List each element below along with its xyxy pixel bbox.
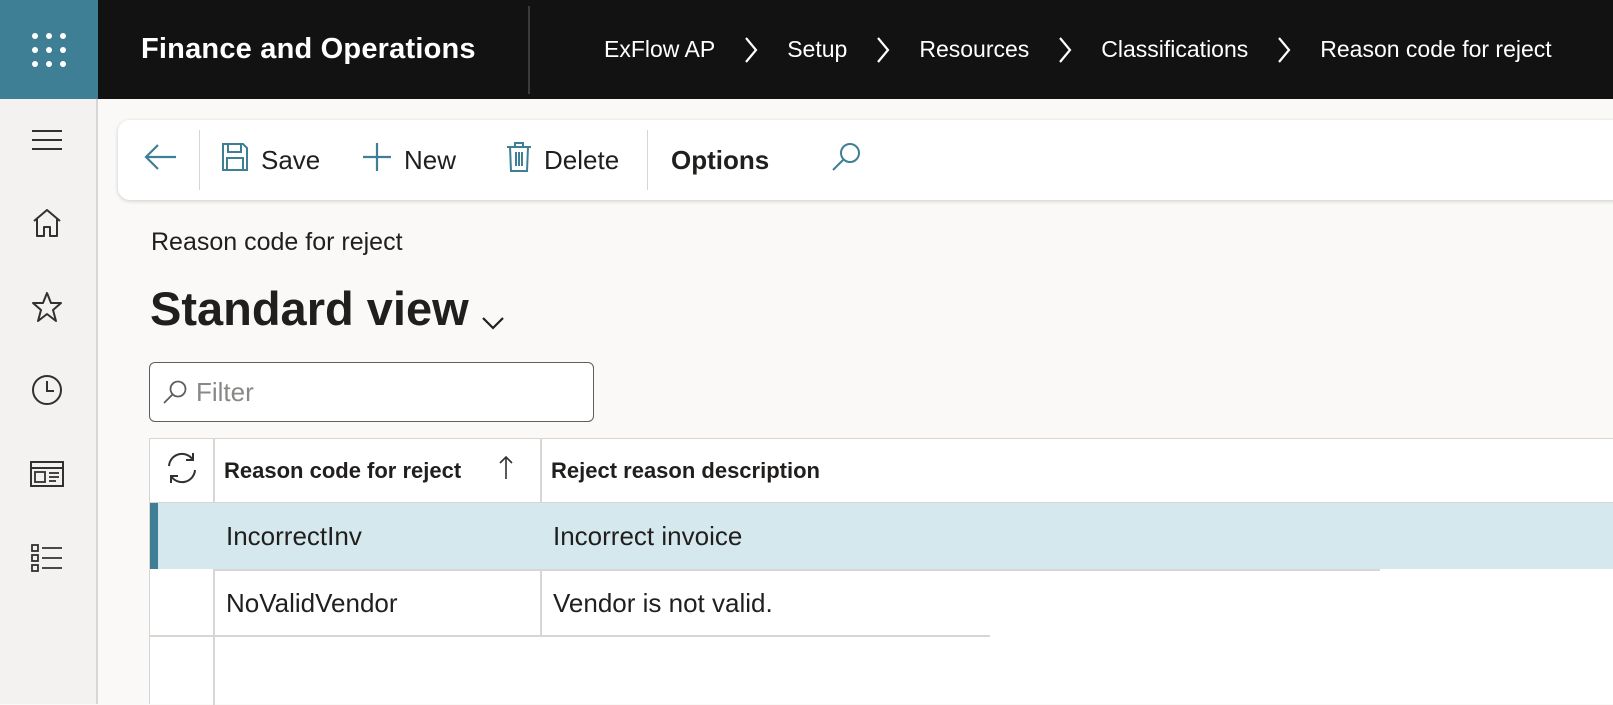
row-divider	[150, 635, 990, 637]
breadcrumb-item-exflow-ap[interactable]: ExFlow AP	[604, 36, 715, 63]
back-arrow-icon	[144, 142, 190, 179]
app-title[interactable]: Finance and Operations	[141, 0, 476, 99]
left-navigation	[0, 99, 98, 704]
top-bar: Finance and Operations ExFlow AP Setup R…	[0, 0, 1613, 99]
page-subtitle: Reason code for reject	[151, 228, 403, 256]
breadcrumb-item-resources[interactable]: Resources	[919, 36, 1029, 63]
star-icon[interactable]	[29, 289, 65, 325]
selected-row-indicator	[150, 503, 158, 569]
chevron-right-icon	[715, 35, 787, 65]
filter-input[interactable]	[196, 376, 576, 408]
filter-box[interactable]	[149, 362, 594, 422]
breadcrumb: ExFlow AP Setup Resources Classification…	[604, 0, 1552, 99]
filter-search-icon	[162, 379, 188, 405]
refresh-icon	[164, 450, 200, 492]
action-separator	[647, 130, 648, 190]
workspace-icon[interactable]	[29, 456, 65, 492]
cell-description[interactable]: Incorrect invoice	[553, 503, 742, 569]
chevron-right-icon	[847, 35, 919, 65]
table-row[interactable]: IncorrectInv Incorrect invoice	[150, 503, 1613, 569]
action-pane: Save New Delete Options	[118, 120, 1613, 200]
save-label: Save	[261, 144, 321, 175]
cell-reason-code[interactable]: NoValidVendor	[226, 570, 398, 636]
chevron-down-icon	[481, 286, 505, 341]
action-search-button[interactable]	[830, 120, 874, 200]
chevron-right-icon	[1029, 35, 1101, 65]
data-grid: Reason code for reject Reject reason des…	[149, 438, 1613, 705]
save-button[interactable]: Save	[221, 120, 320, 200]
chevron-right-icon	[1248, 35, 1320, 65]
topbar-divider	[528, 6, 530, 94]
delete-label: Delete	[544, 144, 620, 175]
column-header-reason-code-label: Reason code for reject	[224, 458, 462, 483]
plus-icon	[362, 142, 404, 179]
breadcrumb-item-classifications[interactable]: Classifications	[1101, 36, 1248, 63]
view-selector[interactable]: Standard view	[150, 276, 505, 341]
breadcrumb-item-reason-code[interactable]: Reason code for reject	[1320, 36, 1551, 63]
trash-icon	[506, 141, 544, 180]
back-button[interactable]	[144, 120, 190, 200]
cell-reason-code[interactable]: IncorrectInv	[226, 503, 362, 569]
new-label: New	[404, 144, 457, 175]
options-tab[interactable]: Options	[671, 120, 769, 200]
waffle-icon	[32, 32, 66, 67]
new-button[interactable]: New	[362, 120, 456, 200]
column-header-reason-code[interactable]: Reason code for reject	[224, 439, 544, 503]
view-title: Standard view	[150, 282, 469, 335]
delete-button[interactable]: Delete	[506, 120, 619, 200]
refresh-button[interactable]	[162, 439, 202, 503]
app-launcher-button[interactable]	[0, 0, 98, 99]
home-icon[interactable]	[29, 205, 65, 241]
modules-icon[interactable]	[29, 540, 65, 576]
sort-ascending-icon	[498, 455, 514, 487]
search-icon	[830, 141, 874, 180]
clock-icon[interactable]	[29, 372, 65, 408]
action-separator	[199, 130, 200, 190]
save-icon	[221, 142, 261, 179]
breadcrumb-item-setup[interactable]: Setup	[787, 36, 847, 63]
grid-header: Reason code for reject Reject reason des…	[150, 439, 1613, 503]
cell-description[interactable]: Vendor is not valid.	[553, 570, 773, 636]
column-header-description[interactable]: Reject reason description	[551, 439, 1151, 503]
table-row[interactable]: NoValidVendor Vendor is not valid.	[150, 570, 1613, 636]
hamburger-icon[interactable]	[29, 122, 65, 158]
